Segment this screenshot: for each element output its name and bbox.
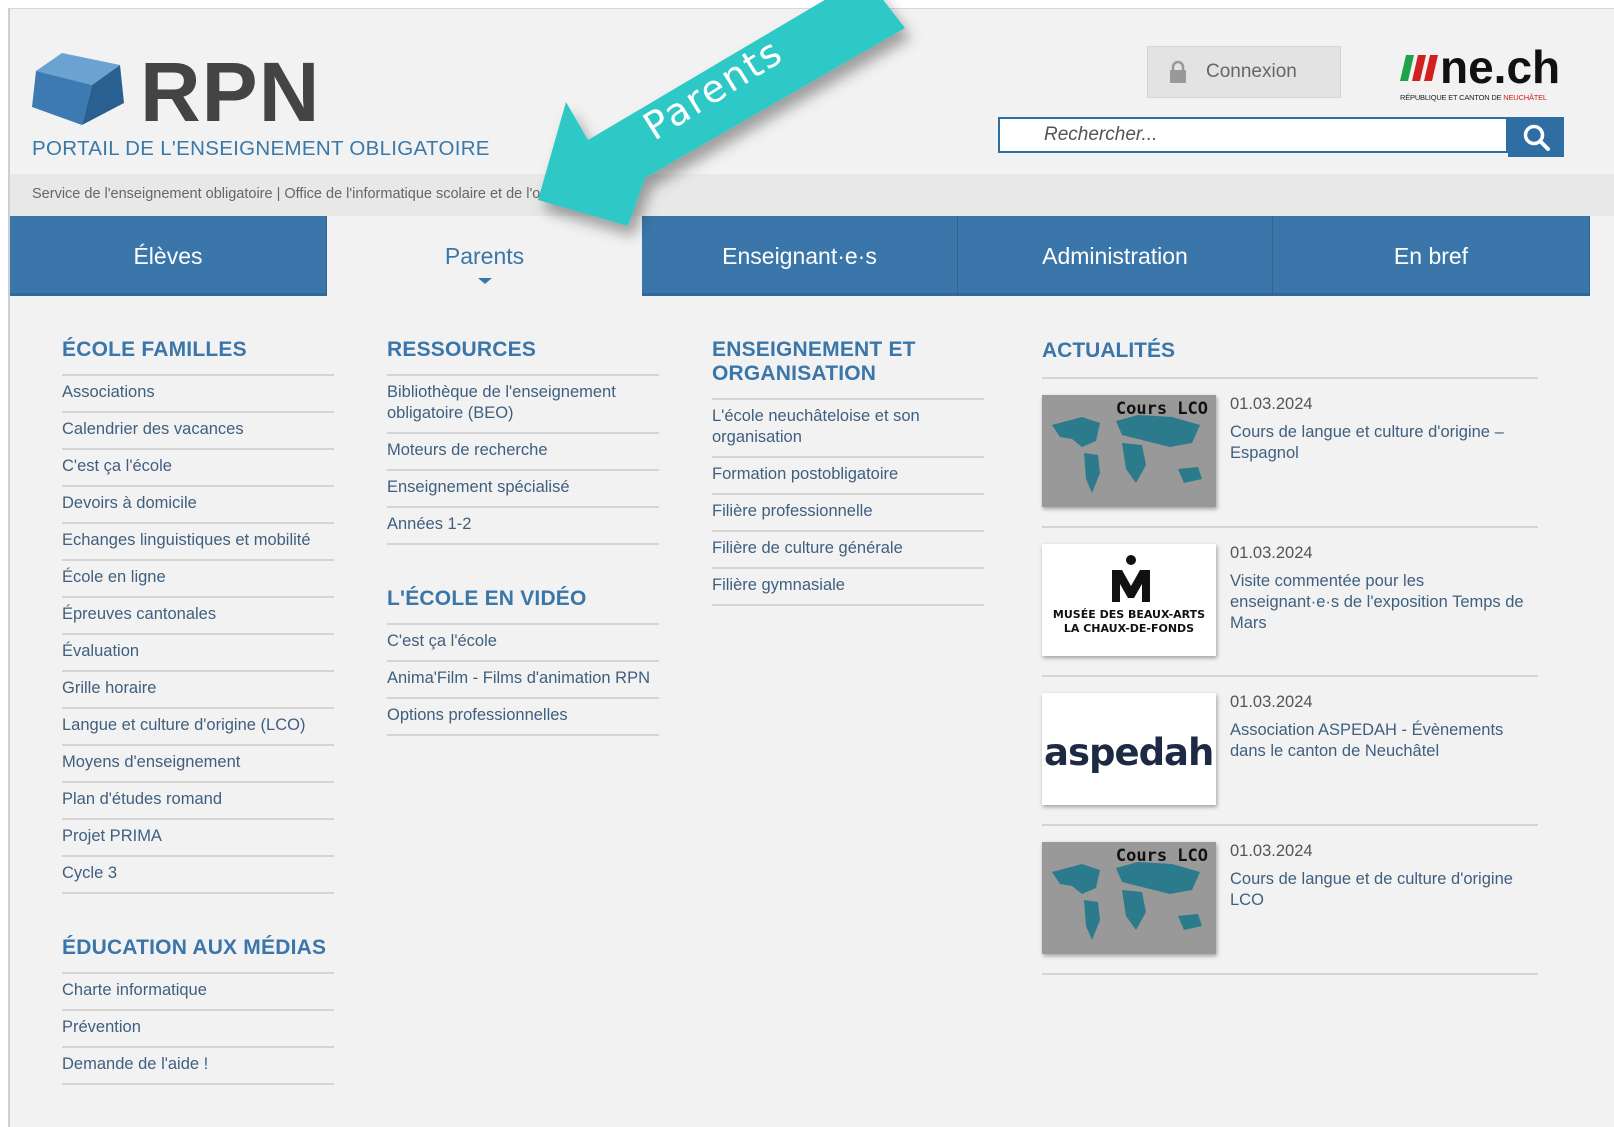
news-thumbnail-aspedah[interactable]: aspedah (1042, 693, 1216, 805)
nav-tab-parents[interactable]: Parents (327, 216, 642, 296)
list-item[interactable]: L'école neuchâteloise et son organisatio… (712, 398, 984, 456)
search-button[interactable] (1508, 117, 1564, 157)
news-thumbnail-lco[interactable]: Cours LCO (1042, 395, 1216, 507)
news-date: 01.03.2024 (1230, 693, 1313, 711)
section-title-ecole-familles: ÉCOLE FAMILLES (62, 338, 247, 361)
list-item[interactable]: Évaluation (62, 633, 334, 670)
column-ressources: RESSOURCES Bibliothèque de l'enseignemen… (387, 338, 659, 736)
list-item[interactable]: Associations (62, 374, 334, 411)
list-item[interactable]: Bibliothèque de l'enseignement obligatoi… (387, 374, 659, 432)
list-item[interactable]: Prévention (62, 1009, 334, 1046)
list-item[interactable]: Filière professionnelle (712, 493, 984, 530)
list-item[interactable]: Calendrier des vacances (62, 411, 334, 448)
list-item[interactable]: Années 1-2 (387, 506, 659, 545)
list-item[interactable]: Enseignement spécialisé (387, 469, 659, 506)
list-item[interactable]: C'est ça l'école (62, 448, 334, 485)
section-title-enseignement: ENSEIGNEMENT ET ORGANISATION (712, 338, 916, 385)
news-item[interactable]: Cours LCO 01.03.2024 Cours de langue et … (1042, 379, 1538, 528)
list-item[interactable]: Charte informatique (62, 972, 334, 1009)
thumbnail-line-2: LA CHAUX-DE-FONDS (1063, 622, 1195, 635)
news-thumbnail-lco[interactable]: Cours LCO (1042, 842, 1216, 954)
news-item[interactable]: MUSÉE DES BEAUX-ARTS LA CHAUX-DE-FONDS 0… (1042, 528, 1538, 677)
thumbnail-label: Cours LCO (1115, 846, 1208, 866)
section-title-ecole-video: L'ÉCOLE EN VIDÉO (387, 587, 587, 610)
logo-text[interactable]: RPN (140, 47, 320, 137)
active-caret-icon (477, 278, 492, 284)
list-item[interactable]: École en ligne (62, 559, 334, 596)
service-bar: Service de l'enseignement obligatoire | … (10, 174, 1614, 216)
nav-tab-administration[interactable]: Administration (958, 216, 1273, 296)
rpn-cube-logo-icon[interactable] (32, 51, 126, 129)
news-item[interactable]: aspedah 01.03.2024 Association ASPEDAH -… (1042, 677, 1538, 826)
list-item[interactable]: Demande de l'aide ! (62, 1046, 334, 1085)
news-section: ACTUALITÉS Cours LCO 01.03.2024 Cours de… (1042, 339, 1538, 975)
list-item[interactable]: C'est ça l'école (387, 623, 659, 660)
search-input[interactable] (998, 117, 1508, 153)
list-item[interactable]: Filière de culture générale (712, 530, 984, 567)
news-title[interactable]: Cours de langue et de culture d'origine … (1230, 869, 1530, 911)
list-item[interactable]: Projet PRIMA (62, 818, 334, 855)
news-thumbnail-musee[interactable]: MUSÉE DES BEAUX-ARTS LA CHAUX-DE-FONDS (1042, 544, 1216, 656)
section-title-ressources: RESSOURCES (387, 338, 537, 361)
list-item[interactable]: Devoirs à domicile (62, 485, 334, 522)
list-item[interactable]: Options professionnelles (387, 697, 659, 736)
list-item[interactable]: Cycle 3 (62, 855, 334, 894)
login-label: Connexion (1206, 61, 1297, 82)
list-enseignement: L'école neuchâteloise et son organisatio… (712, 398, 984, 606)
lock-icon (1170, 60, 1186, 83)
service-line[interactable]: Service de l'enseignement obligatoire | … (32, 186, 611, 202)
thumbnail-label: aspedah (1044, 731, 1214, 774)
column-enseignement: ENSEIGNEMENT ET ORGANISATION L'école neu… (712, 338, 984, 606)
list-item[interactable]: Echanges linguistiques et mobilité (62, 522, 334, 559)
news-date: 01.03.2024 (1230, 842, 1313, 860)
column-ecole-familles: ÉCOLE FAMILLES Associations Calendrier d… (62, 338, 334, 1085)
list-item[interactable]: Moteurs de recherche (387, 432, 659, 469)
list-item[interactable]: Plan d'études romand (62, 781, 334, 818)
thumbnail-label: Cours LCO (1115, 399, 1208, 419)
nav-tab-en-bref[interactable]: En bref (1273, 216, 1590, 296)
list-item[interactable]: Épreuves cantonales (62, 596, 334, 633)
list-item[interactable]: Langue et culture d'origine (LCO) (62, 707, 334, 744)
site-header: RPN PORTAIL DE L'ENSEIGNEMENT OBLIGATOIR… (10, 9, 1614, 174)
thumbnail-line-1: MUSÉE DES BEAUX-ARTS (1052, 608, 1206, 621)
list-item[interactable]: Grille horaire (62, 670, 334, 707)
ne-ch-subtitle: RÉPUBLIQUE ET CANTON DE NEUCHÂTEL (1400, 93, 1547, 102)
nav-tab-eleves[interactable]: Élèves (10, 216, 327, 296)
list-ecole-video: C'est ça l'école Anima'Film - Films d'an… (387, 623, 659, 736)
list-ecole-familles: Associations Calendrier des vacances C'e… (62, 374, 334, 894)
list-item[interactable]: Filière gymnasiale (712, 567, 984, 606)
nav-tab-enseignants[interactable]: Enseignant·e·s (642, 216, 958, 296)
section-title-actualites: ACTUALITÉS (1042, 339, 1175, 362)
login-button[interactable]: Connexion (1147, 46, 1341, 98)
list-item[interactable]: Moyens d'enseignement (62, 744, 334, 781)
news-item[interactable]: Cours LCO 01.03.2024 Cours de langue et … (1042, 826, 1538, 975)
search-icon (1523, 124, 1550, 151)
ne-ch-text: ne.ch (1440, 41, 1561, 93)
news-title[interactable]: Association ASPEDAH - Évènements dans le… (1230, 720, 1530, 762)
news-date: 01.03.2024 (1230, 395, 1313, 413)
news-date: 01.03.2024 (1230, 544, 1313, 562)
neuchatel-flag-icon (1400, 55, 1438, 81)
search-bar (998, 117, 1576, 157)
list-item[interactable]: Formation postobligatoire (712, 456, 984, 493)
section-title-education-medias: ÉDUCATION AUX MÉDIAS (62, 936, 327, 959)
list-ressources: Bibliothèque de l'enseignement obligatoi… (387, 374, 659, 545)
list-item[interactable]: Anima'Film - Films d'animation RPN (387, 660, 659, 697)
page-frame: RPN PORTAIL DE L'ENSEIGNEMENT OBLIGATOIR… (8, 8, 1614, 1127)
news-title[interactable]: Cours de langue et culture d'origine – E… (1230, 422, 1530, 464)
list-education-medias: Charte informatique Prévention Demande d… (62, 972, 334, 1085)
museum-logo-icon (1042, 544, 1216, 656)
ne-ch-logo[interactable]: ne.ch RÉPUBLIQUE ET CANTON DE NEUCHÂTEL (1400, 41, 1576, 103)
portal-subtitle: PORTAIL DE L'ENSEIGNEMENT OBLIGATOIRE (32, 137, 490, 160)
main-nav: Élèves Parents Enseignant·e·s Administra… (10, 216, 1614, 296)
news-title[interactable]: Visite commentée pour les enseignant·e·s… (1230, 571, 1530, 634)
